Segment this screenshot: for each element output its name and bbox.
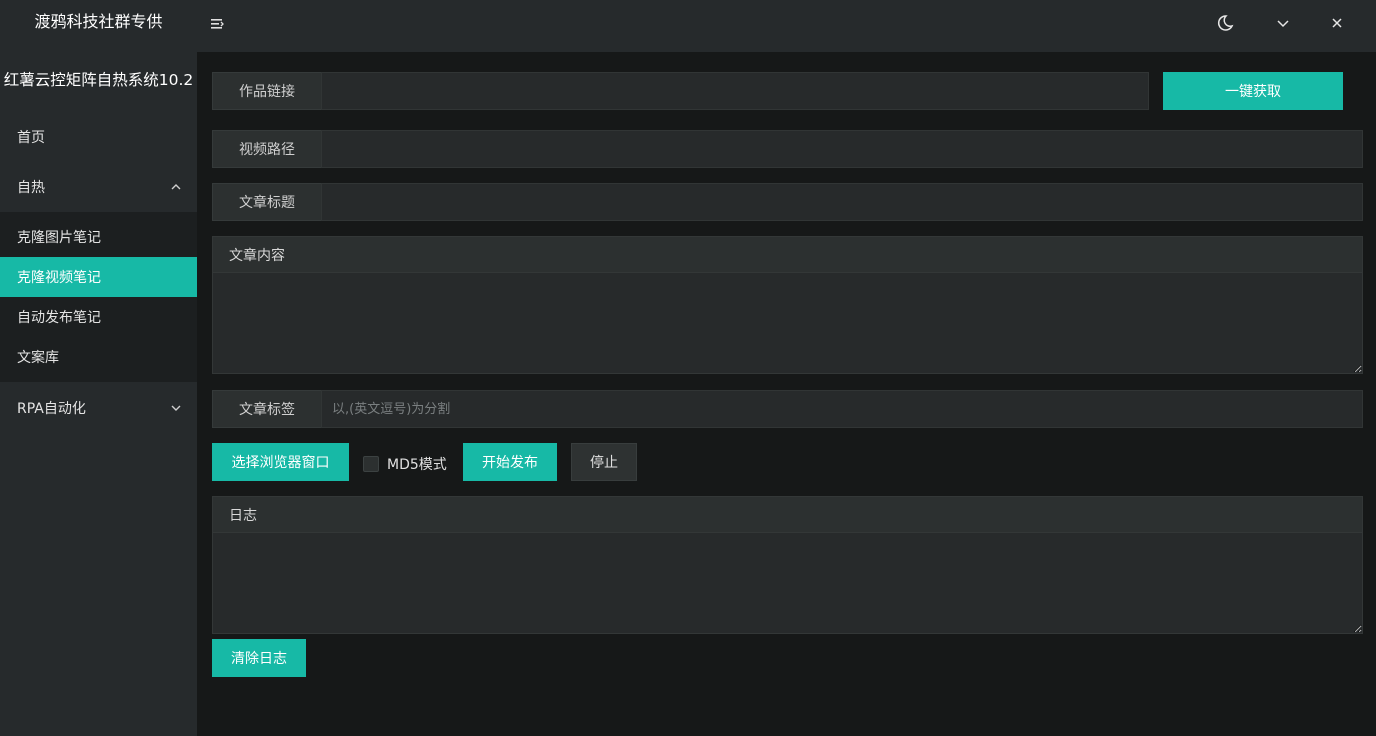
sidebar-item-label: 自热: [17, 180, 45, 196]
clear-log-button[interactable]: 清除日志: [212, 639, 306, 677]
minimize-button[interactable]: [1269, 12, 1297, 34]
content-panel: 文章内容: [212, 236, 1363, 374]
moon-icon: [1217, 15, 1234, 31]
md5-checkbox[interactable]: [363, 456, 379, 472]
sidebar-item-home[interactable]: 首页: [0, 117, 197, 157]
md5-checkbox-wrap[interactable]: MD5模式: [363, 454, 447, 474]
menu-icon[interactable]: [210, 16, 226, 32]
tags-label: 文章标签: [212, 390, 321, 428]
sidebar-nav: 首页 自热 克隆图片笔记 克隆视频笔记 自动发布笔记 文案库 RPA自动化: [0, 117, 197, 428]
theme-toggle-button[interactable]: [1211, 12, 1239, 34]
sidebar-item-label: 文案库: [17, 350, 59, 366]
title-input[interactable]: [321, 183, 1363, 221]
top-header: [197, 0, 1376, 52]
md5-label: MD5模式: [387, 457, 447, 473]
select-browser-button[interactable]: 选择浏览器窗口: [212, 443, 349, 481]
sidebar-item-clone-image-note[interactable]: 克隆图片笔记: [0, 217, 197, 257]
sidebar-item-rpa[interactable]: RPA自动化: [0, 388, 197, 428]
log-panel: 日志: [212, 496, 1363, 634]
sidebar-item-label: 首页: [17, 130, 45, 146]
system-name: 红薯云控矩阵自热系统10.2: [3, 71, 194, 89]
sidebar-item-auto-publish-note[interactable]: 自动发布笔记: [0, 297, 197, 337]
chevron-down-icon: [1277, 20, 1289, 28]
work-link-input[interactable]: [321, 72, 1149, 110]
sidebar-item-label: 克隆图片笔记: [17, 230, 101, 246]
tags-row: 文章标签: [212, 390, 1363, 428]
video-path-input[interactable]: [321, 130, 1363, 168]
sidebar-item-clone-video-note[interactable]: 克隆视频笔记: [0, 257, 197, 297]
content-textarea[interactable]: [213, 273, 1362, 373]
sidebar-item-label: 自动发布笔记: [17, 310, 101, 326]
stop-button[interactable]: 停止: [571, 443, 637, 481]
sidebar-item-self-heat[interactable]: 自热: [0, 167, 197, 207]
title-label: 文章标题: [212, 183, 321, 221]
video-path-row: 视频路径: [212, 130, 1363, 168]
work-link-label: 作品链接: [212, 72, 321, 110]
log-title: 日志: [213, 497, 1362, 533]
video-path-label: 视频路径: [212, 130, 321, 168]
fetch-button[interactable]: 一键获取: [1163, 72, 1343, 110]
work-link-row: 作品链接: [212, 72, 1149, 110]
sidebar-item-label: RPA自动化: [17, 401, 86, 417]
brand-title: 渡鸦科技社群专供: [34, 12, 163, 31]
sidebar-item-copy-library[interactable]: 文案库: [0, 337, 197, 377]
sidebar-submenu-self-heat: 克隆图片笔记 克隆视频笔记 自动发布笔记 文案库: [0, 212, 197, 382]
chevron-up-icon: [171, 184, 181, 190]
close-button[interactable]: [1323, 12, 1351, 34]
sidebar: 渡鸦科技社群专供 红薯云控矩阵自热系统10.2 首页 自热 克隆图片笔记 克隆视…: [0, 0, 197, 736]
start-publish-button[interactable]: 开始发布: [463, 443, 557, 481]
title-row: 文章标题: [212, 183, 1363, 221]
tags-input[interactable]: [321, 390, 1363, 428]
log-textarea[interactable]: [213, 533, 1362, 633]
content-label: 文章内容: [213, 237, 1362, 273]
sidebar-item-label: 克隆视频笔记: [17, 270, 101, 286]
chevron-down-icon: [171, 405, 181, 411]
close-icon: [1332, 18, 1342, 28]
